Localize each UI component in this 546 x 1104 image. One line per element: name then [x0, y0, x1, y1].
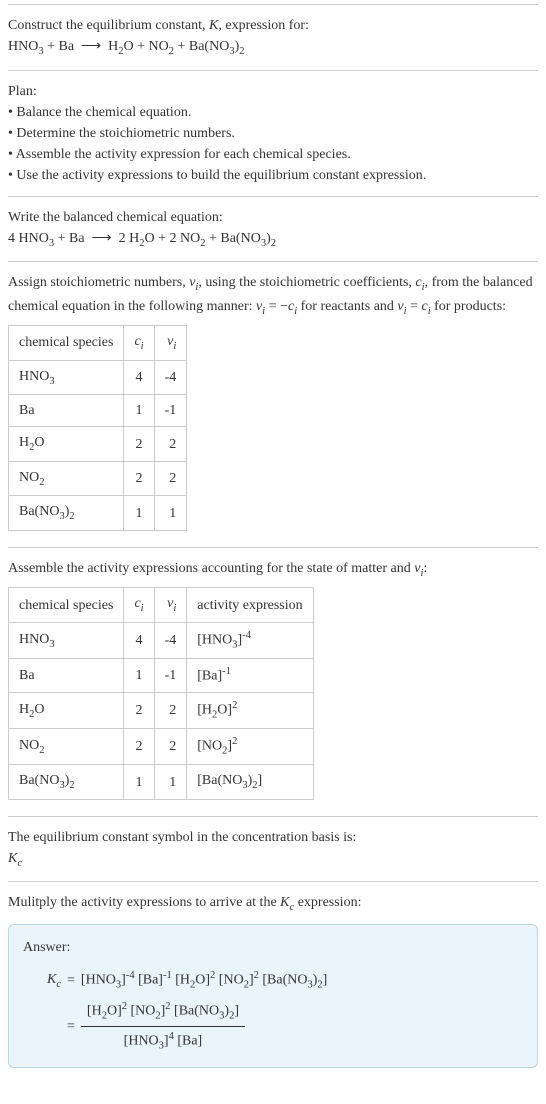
col-activity: activity expression — [187, 588, 313, 623]
table-header-row: chemical species ci νi — [9, 326, 187, 361]
eq-symbol: Kc — [8, 848, 538, 872]
header-section: Construct the equilibrium constant, K, e… — [8, 4, 538, 70]
plan-section: Plan: • Balance the chemical equation. •… — [8, 70, 538, 196]
activity-heading: Assemble the activity expressions accoun… — [8, 558, 538, 582]
fraction-denominator: [HNO3]4 [Ba] — [81, 1027, 245, 1054]
stoich-section: Assign stoichiometric numbers, νi, using… — [8, 261, 538, 547]
kc-symbol: Kc — [47, 969, 61, 993]
plan-item: • Assemble the activity expression for e… — [8, 144, 538, 165]
balanced-section: Write the balanced chemical equation: 4 … — [8, 196, 538, 262]
plan-item: • Determine the stoichiometric numbers. — [8, 123, 538, 144]
header-title: Construct the equilibrium constant, K, e… — [8, 15, 538, 36]
plan-item: • Use the activity expressions to build … — [8, 165, 538, 186]
fraction-numerator: [H2O]2 [NO2]2 [Ba(NO3)2] — [81, 999, 245, 1027]
eq-symbol-section: The equilibrium constant symbol in the c… — [8, 816, 538, 882]
balanced-equation: 4 HNO3 + Ba ⟶ 2 H2O + 2 NO2 + Ba(NO3)2 — [8, 228, 538, 252]
table-row: Ba1-1[Ba]-1 — [9, 659, 314, 693]
eq-symbol-heading: The equilibrium constant symbol in the c… — [8, 827, 538, 848]
col-species: chemical species — [9, 588, 124, 623]
table-row: NO222[NO2]2 — [9, 729, 314, 765]
col-v: νi — [154, 588, 187, 623]
col-v: νi — [154, 326, 187, 361]
answer-label: Answer: — [23, 937, 523, 958]
header-equation: HNO3 + Ba ⟶ H2O + NO2 + Ba(NO3)2 — [8, 36, 538, 60]
multiply-heading: Mulitply the activity expressions to arr… — [8, 892, 538, 916]
formula-line1: [HNO3]-4 [Ba]-1 [H2O]2 [NO2]2 [Ba(NO3)2] — [81, 968, 523, 993]
table-row: Ba(NO3)211[Ba(NO3)2] — [9, 765, 314, 800]
activity-section: Assemble the activity expressions accoun… — [8, 547, 538, 816]
plan-heading: Plan: — [8, 81, 538, 102]
multiply-section: Mulitply the activity expressions to arr… — [8, 881, 538, 1077]
plan-item: • Balance the chemical equation. — [8, 102, 538, 123]
table-row: NO222 — [9, 461, 187, 496]
col-c: ci — [124, 588, 154, 623]
stoich-table: chemical species ci νi HNO34-4 Ba1-1 H2O… — [8, 325, 187, 531]
answer-formula: Kc = [HNO3]-4 [Ba]-1 [H2O]2 [NO2]2 [Ba(N… — [47, 968, 523, 1055]
equals-sign: = — [67, 970, 75, 991]
table-row: H2O22 — [9, 427, 187, 462]
table-row: HNO34-4 — [9, 360, 187, 395]
table-row: HNO34-4[HNO3]-4 — [9, 623, 314, 659]
col-species: chemical species — [9, 326, 124, 361]
balanced-heading: Write the balanced chemical equation: — [8, 207, 538, 228]
stoich-text: Assign stoichiometric numbers, νi, using… — [8, 272, 538, 319]
table-row: H2O22[H2O]2 — [9, 692, 314, 728]
formula-fraction: [H2O]2 [NO2]2 [Ba(NO3)2] [HNO3]4 [Ba] — [81, 999, 523, 1054]
col-c: ci — [124, 326, 154, 361]
table-header-row: chemical species ci νi activity expressi… — [9, 588, 314, 623]
table-row: Ba(NO3)211 — [9, 496, 187, 531]
equals-sign: = — [67, 1016, 75, 1037]
activity-table: chemical species ci νi activity expressi… — [8, 587, 314, 799]
table-row: Ba1-1 — [9, 395, 187, 427]
answer-box: Answer: Kc = [HNO3]-4 [Ba]-1 [H2O]2 [NO2… — [8, 924, 538, 1068]
